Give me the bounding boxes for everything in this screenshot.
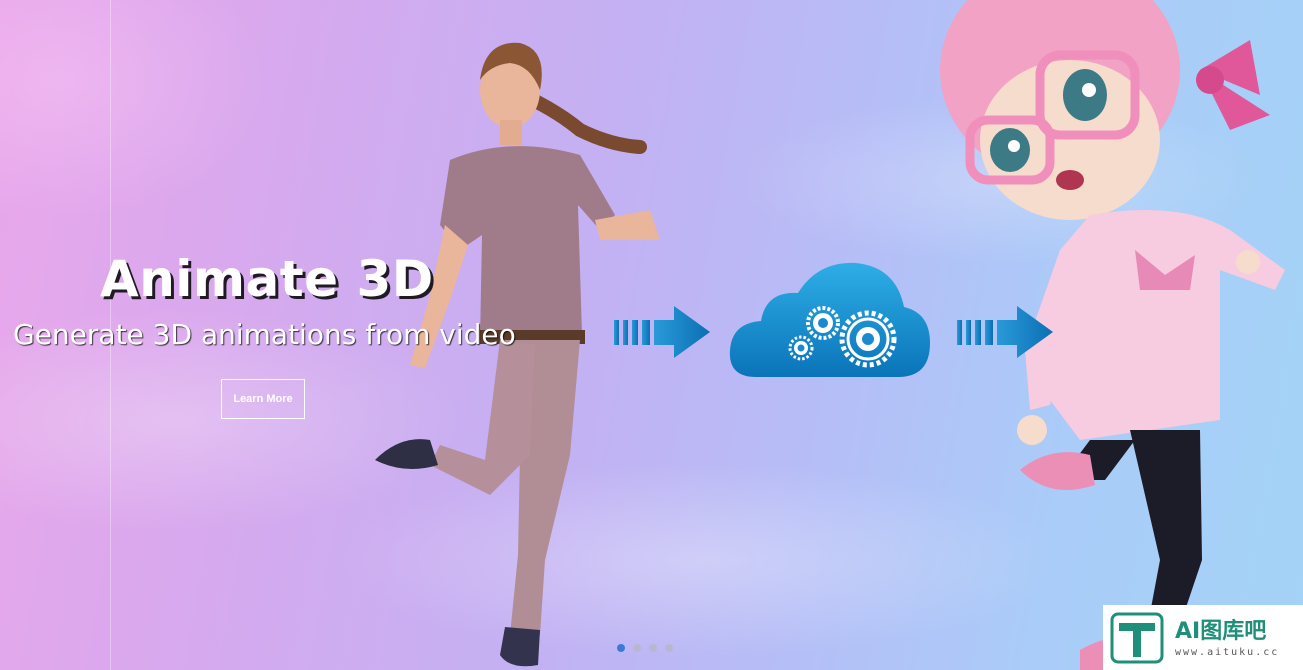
watermark-logo-icon — [1110, 612, 1164, 664]
watermark: AI图库吧 www.aituku.cc — [1103, 605, 1303, 670]
carousel-dot-3[interactable] — [649, 644, 657, 652]
carousel-dot-2[interactable] — [633, 644, 641, 652]
carousel-dot-4[interactable] — [665, 644, 673, 652]
arrow-right-icon — [957, 306, 1053, 358]
carousel-dot-1[interactable] — [617, 644, 625, 652]
watermark-url: www.aituku.cc — [1175, 647, 1280, 658]
hero-subtitle: Generate 3D animations from video — [13, 318, 516, 351]
hero-title: Animate 3D — [100, 250, 434, 308]
cloud-gears-icon — [729, 262, 930, 377]
watermark-text: AI图库吧 — [1175, 619, 1267, 644]
hero-banner: Animate 3D Generate 3D animations from v… — [0, 0, 1303, 670]
learn-more-button[interactable]: Learn More — [221, 379, 305, 419]
arrow-right-icon — [614, 306, 710, 358]
carousel-pagination — [617, 644, 673, 652]
